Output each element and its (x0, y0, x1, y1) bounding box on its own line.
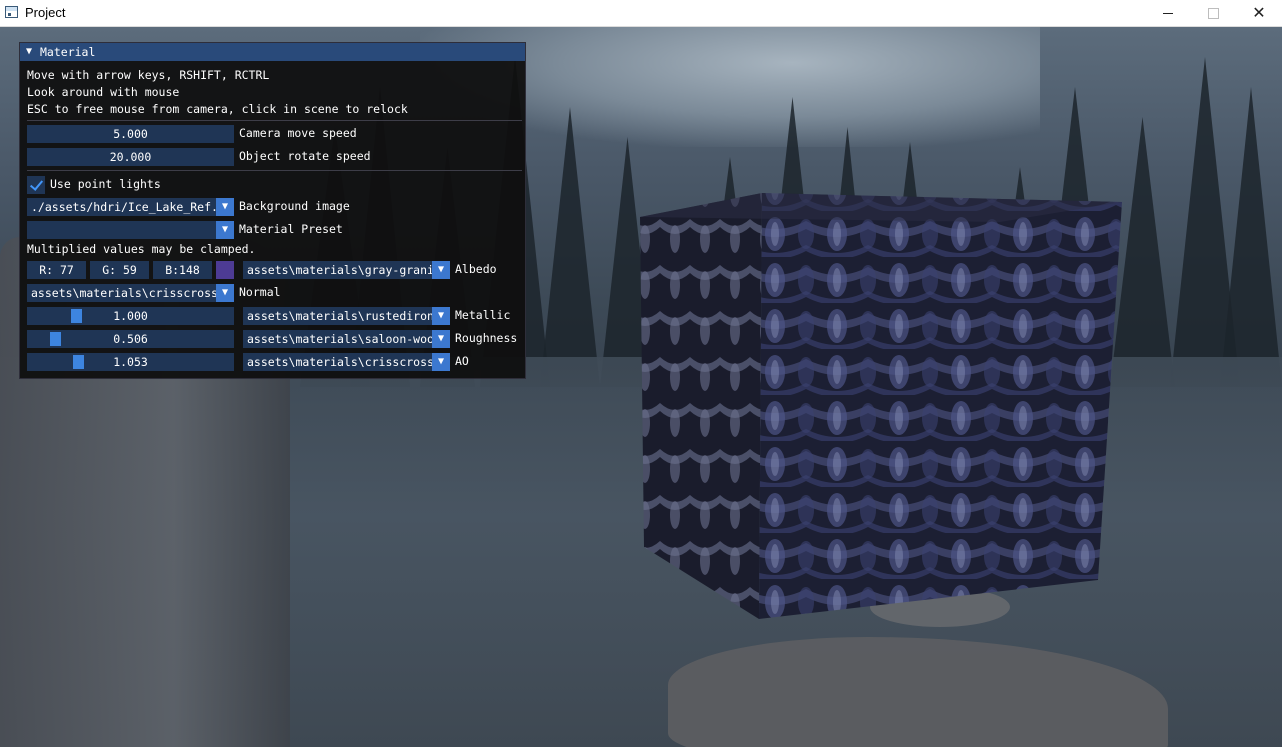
chevron-down-icon[interactable]: ▼ (216, 284, 234, 302)
roughness-texture-select[interactable]: assets\materials\saloon-wood ▼ (243, 330, 450, 348)
rotate-speed-label: Object rotate speed (239, 149, 371, 163)
ao-label: AO (455, 354, 469, 368)
app-icon (5, 6, 18, 18)
normal-texture-select[interactable]: assets\materials\crisscross ▼ (27, 284, 234, 302)
collapse-arrow-icon[interactable]: ▼ (26, 46, 32, 57)
albedo-b-input[interactable]: B:148 (153, 261, 212, 279)
chevron-down-icon[interactable]: ▼ (216, 198, 234, 216)
point-lights-checkbox[interactable] (27, 176, 45, 194)
albedo-r-input[interactable]: R: 77 (27, 261, 86, 279)
slider-grab[interactable] (73, 355, 85, 369)
slider-grab[interactable] (50, 332, 62, 346)
slider-grab[interactable] (71, 309, 83, 323)
chevron-down-icon[interactable]: ▼ (432, 307, 450, 325)
albedo-label: Albedo (455, 262, 497, 276)
albedo-texture-select[interactable]: assets\materials\gray-granite ▼ (243, 261, 450, 279)
help-text-move: Move with arrow keys, RSHIFT, RCTRL (27, 68, 270, 82)
separator (27, 120, 522, 121)
minimize-button[interactable] (1145, 0, 1191, 26)
roughness-label: Roughness (455, 331, 518, 345)
close-button[interactable]: ✕ (1236, 0, 1282, 26)
panel-title: Material (40, 45, 96, 59)
separator (27, 170, 522, 171)
help-text-look: Look around with mouse (27, 85, 180, 99)
chevron-down-icon[interactable]: ▼ (432, 353, 450, 371)
chevron-down-icon[interactable]: ▼ (432, 330, 450, 348)
material-preset-label: Material Preset (239, 222, 343, 236)
maximize-button[interactable] (1190, 0, 1236, 26)
clamp-note: Multiplied values may be clamped. (27, 242, 256, 256)
background-image-select[interactable]: ./assets/hdri/Ice_Lake_Ref.hdr ▼ (27, 198, 234, 216)
window-titlebar: Project ✕ (0, 0, 1282, 27)
panel-titlebar[interactable]: ▼ Material (20, 43, 525, 61)
camera-speed-input[interactable]: 5.000 (27, 125, 234, 143)
help-text-esc: ESC to free mouse from camera, click in … (27, 102, 408, 116)
chevron-down-icon[interactable]: ▼ (432, 261, 450, 279)
rotate-speed-input[interactable]: 20.000 (27, 148, 234, 166)
albedo-g-input[interactable]: G: 59 (90, 261, 149, 279)
metallic-label: Metallic (455, 308, 511, 322)
background-image-label: Background image (239, 199, 350, 213)
metallic-texture-select[interactable]: assets\materials\rustediron ▼ (243, 307, 450, 325)
metallic-slider[interactable]: 1.000 (27, 307, 234, 325)
camera-speed-label: Camera move speed (239, 126, 357, 140)
roughness-slider[interactable]: 0.506 (27, 330, 234, 348)
ao-slider[interactable]: 1.053 (27, 353, 234, 371)
normal-label: Normal (239, 285, 281, 299)
point-lights-label: Use point lights (50, 177, 161, 191)
albedo-color-swatch[interactable] (216, 261, 234, 279)
ao-texture-select[interactable]: assets\materials\crisscross ▼ (243, 353, 450, 371)
material-preset-select[interactable]: ▼ (27, 221, 234, 239)
window-title: Project (25, 5, 66, 20)
material-panel: ▼ Material Move with arrow keys, RSHIFT,… (19, 42, 526, 379)
chevron-down-icon[interactable]: ▼ (216, 221, 234, 239)
